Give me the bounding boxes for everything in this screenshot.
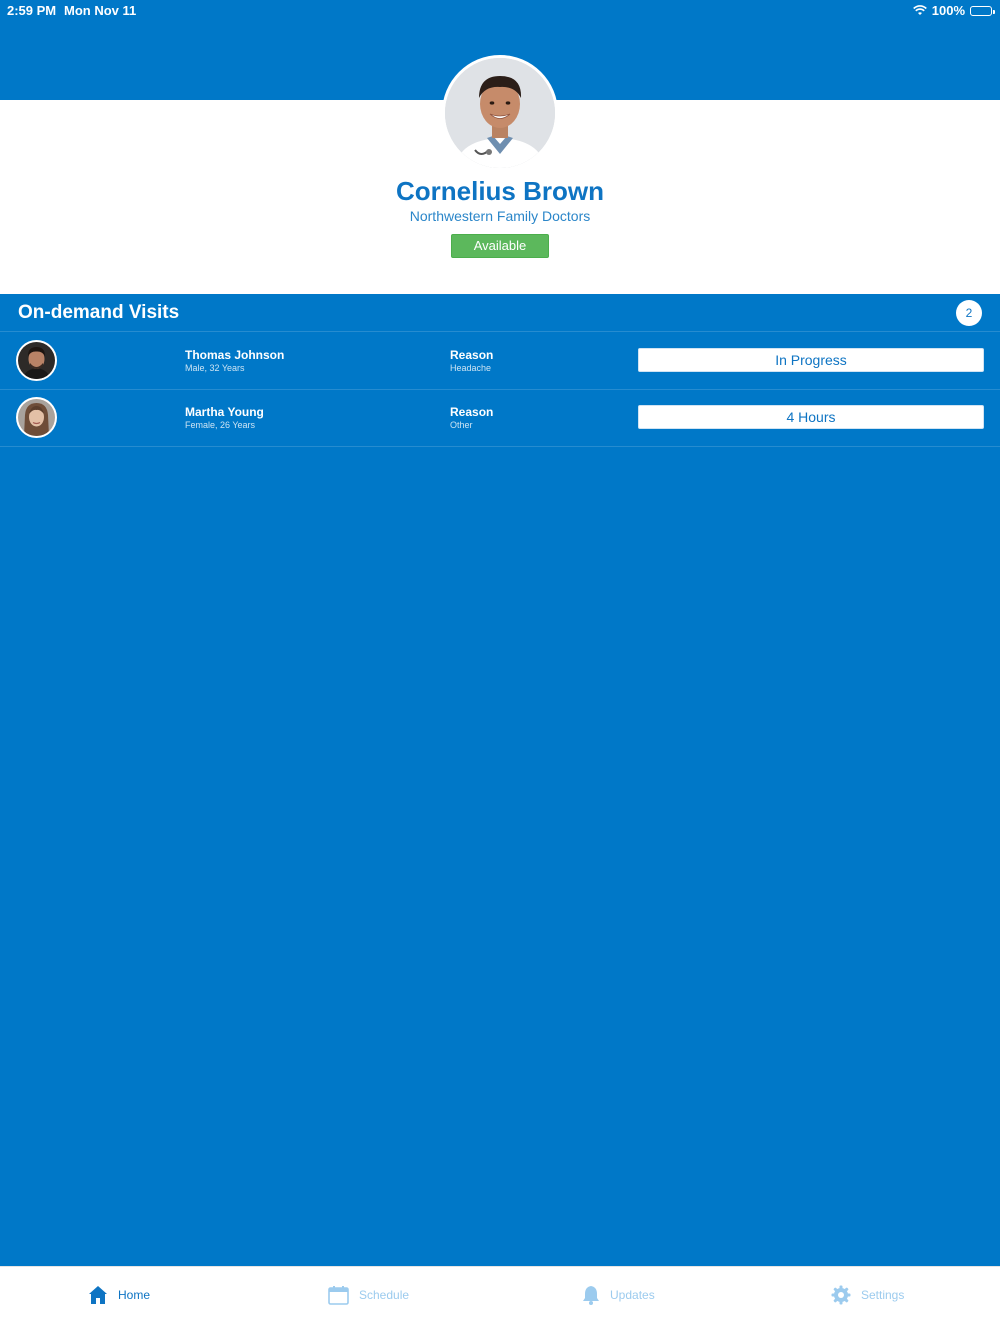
- patient-avatar: [16, 340, 57, 381]
- home-icon: [89, 1286, 107, 1304]
- bell-icon: [583, 1286, 599, 1305]
- gear-icon: [831, 1285, 851, 1305]
- visit-status-button[interactable]: In Progress: [638, 348, 984, 372]
- reason-value: Headache: [450, 363, 492, 373]
- status-bar: 2:59 PM Mon Nov 11 100%: [0, 0, 1000, 22]
- tab-home-label: Home: [118, 1288, 151, 1302]
- doctor-avatar: [442, 55, 558, 171]
- tab-settings-label: Settings: [861, 1288, 905, 1302]
- visit-row[interactable]: Martha Young Female, 26 Years Reason Oth…: [0, 389, 1000, 447]
- availability-button[interactable]: Available: [451, 234, 549, 258]
- reason-label: Reason: [450, 405, 494, 419]
- patient-name: Thomas Johnson: [185, 348, 285, 362]
- doctor-name: Cornelius Brown: [395, 176, 604, 206]
- wifi-icon: [912, 5, 927, 15]
- status-date: Mon Nov 11: [64, 3, 137, 18]
- tab-schedule[interactable]: Schedule: [328, 1281, 409, 1309]
- reason-label: Reason: [450, 348, 494, 362]
- status-time: 2:59 PM: [7, 3, 57, 18]
- visit-row[interactable]: Thomas Johnson Male, 32 Years Reason Hea…: [0, 332, 1000, 390]
- reason-value: Other: [450, 420, 473, 430]
- tab-updates-label: Updates: [610, 1288, 655, 1302]
- tab-settings[interactable]: Settings: [831, 1281, 904, 1309]
- patient-info: Male, 32 Years: [185, 363, 245, 373]
- visits-count-badge: 2: [956, 300, 982, 326]
- patient-info: Female, 26 Years: [185, 420, 256, 430]
- status-right: 100%: [912, 3, 995, 18]
- battery-percent: 100%: [931, 3, 965, 18]
- patient-avatar: [16, 397, 57, 438]
- visits-section-header: On-demand Visits: [0, 294, 1000, 332]
- patient-name: Martha Young: [185, 405, 264, 419]
- calendar-icon: [328, 1286, 349, 1305]
- tab-schedule-label: Schedule: [359, 1288, 410, 1302]
- practice-name: Northwestern Family Doctors: [409, 208, 591, 224]
- section-title: On-demand Visits: [18, 302, 180, 323]
- visit-status-button[interactable]: 4 Hours: [638, 405, 984, 429]
- tab-home[interactable]: Home: [88, 1281, 150, 1309]
- tab-bar: Home Schedule Updates Settings: [0, 1266, 1000, 1334]
- tab-updates[interactable]: Updates: [582, 1281, 655, 1309]
- battery-icon: [970, 5, 995, 16]
